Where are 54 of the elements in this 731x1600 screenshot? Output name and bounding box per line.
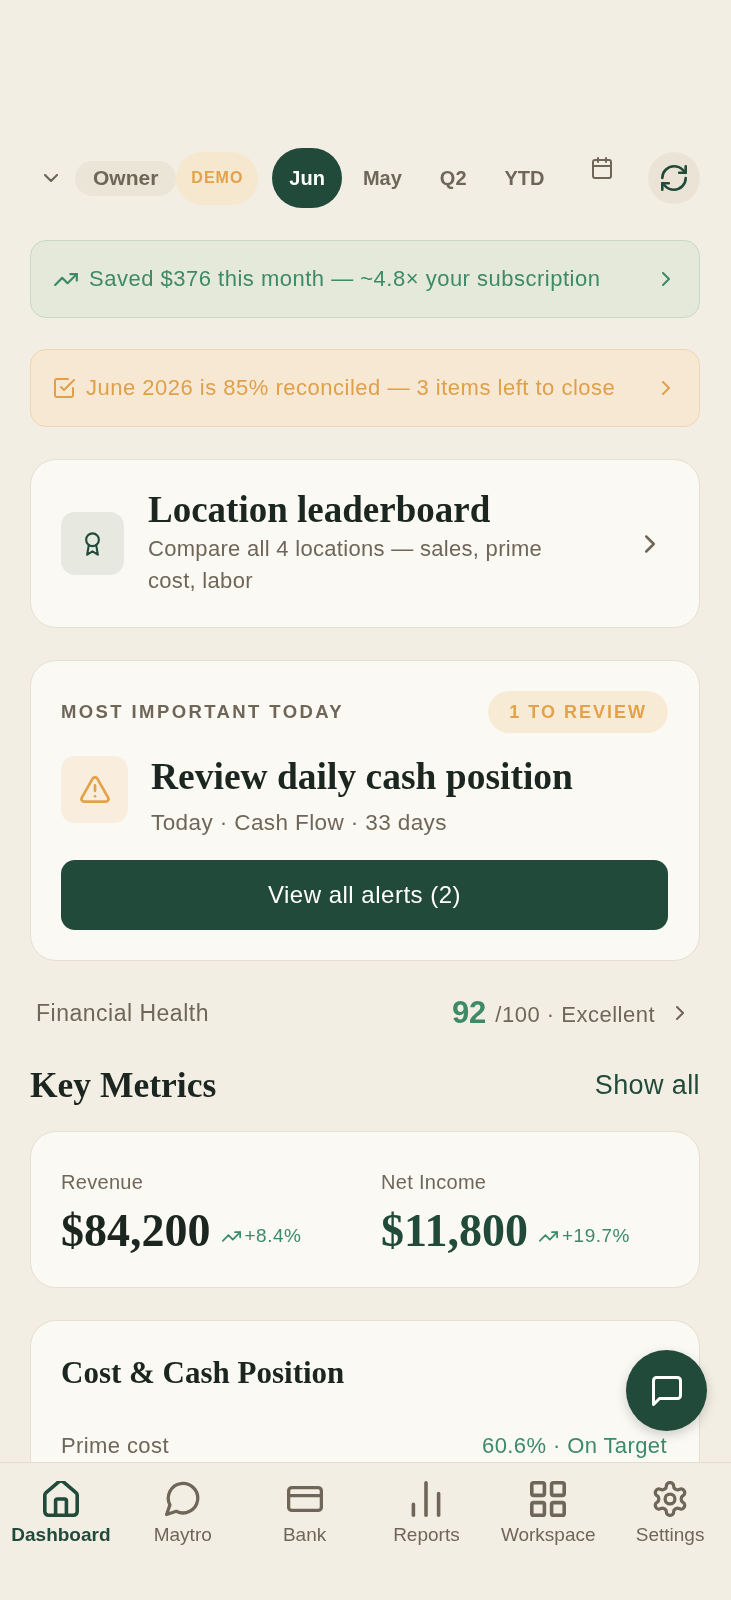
- chevron-right-icon: [645, 534, 655, 553]
- warning-icon: [61, 756, 128, 823]
- section-label: MOST IMPORTANT TODAY: [61, 701, 345, 723]
- period-tab[interactable]: Q2: [422, 148, 484, 208]
- metric-value: $11,800: [381, 1207, 528, 1255]
- card-title: Location leaderboard: [148, 490, 491, 529]
- grid-icon: [530, 1481, 567, 1517]
- nav-tab[interactable]: Maytro: [121, 1463, 244, 1600]
- chat-icon: [651, 1375, 682, 1406]
- health-label: Financial Health: [36, 999, 209, 1027]
- chevron-down-icon[interactable]: [44, 174, 58, 182]
- metric-value: $84,200: [61, 1207, 211, 1255]
- health-score: 92: [451, 995, 487, 1031]
- alert-title: Review daily cash position: [151, 757, 573, 797]
- alert-meta: Today · Cash Flow · 33 days: [151, 809, 447, 837]
- chevron-right-icon: [662, 272, 670, 286]
- metric-change: +8.4%: [244, 1225, 302, 1247]
- nav-tab[interactable]: Dashboard: [0, 1463, 122, 1600]
- checkbox-icon: [54, 378, 75, 398]
- period-tab[interactable]: YTD: [487, 148, 562, 208]
- nav-tab[interactable]: Workspace: [487, 1463, 610, 1600]
- award-icon: [61, 512, 124, 575]
- card-title: Cost & Cash Position: [61, 1357, 345, 1389]
- leaderboard-card[interactable]: Location leaderboard Compare all 4 locations — sales, prime cost, labor: [30, 459, 700, 628]
- trend-up-icon: [54, 272, 78, 286]
- nav-tab[interactable]: Reports: [365, 1463, 488, 1600]
- calendar-icon[interactable]: [591, 157, 612, 179]
- metric-label: Prime cost: [61, 1434, 169, 1458]
- show-all-link[interactable]: Show all: [594, 1069, 700, 1101]
- card-subtitle: Compare all 4 locations — sales, prime cost, labor: [148, 534, 544, 595]
- chevron-right-icon: [662, 381, 670, 395]
- trend-up-icon: [538, 1230, 558, 1242]
- chevron-right-icon[interactable]: [676, 1006, 684, 1020]
- settings-icon: [652, 1481, 689, 1517]
- chat-bubble-icon: [164, 1481, 201, 1517]
- refresh-icon: [661, 165, 687, 191]
- notice-banner[interactable]: Saved $376 this month — ~4.8× your subscription: [30, 240, 700, 318]
- period-tab[interactable]: Jun: [272, 148, 342, 208]
- view-alerts-button[interactable]: View all alerts (2): [61, 860, 668, 930]
- health-rating: /100 · Excellent: [495, 1001, 655, 1028]
- period-tab[interactable]: May: [345, 148, 419, 208]
- metric-label: Net Income: [381, 1170, 487, 1194]
- metric-status: 60.6% · On Target: [482, 1434, 667, 1458]
- nav-tab[interactable]: Settings: [609, 1463, 731, 1600]
- home-icon: [42, 1481, 79, 1517]
- nav-tab[interactable]: Bank: [243, 1463, 366, 1600]
- refresh-button[interactable]: [648, 152, 700, 204]
- review-count-badge: 1 TO REVIEW: [488, 691, 668, 733]
- metric-change: +19.7%: [561, 1225, 630, 1247]
- role-dropdown[interactable]: Owner: [75, 160, 177, 196]
- mode-badge: DEMO: [176, 151, 259, 205]
- metric-label: Revenue: [61, 1170, 144, 1194]
- trend-up-icon: [221, 1230, 241, 1242]
- section-heading: Key Metrics: [30, 1064, 217, 1106]
